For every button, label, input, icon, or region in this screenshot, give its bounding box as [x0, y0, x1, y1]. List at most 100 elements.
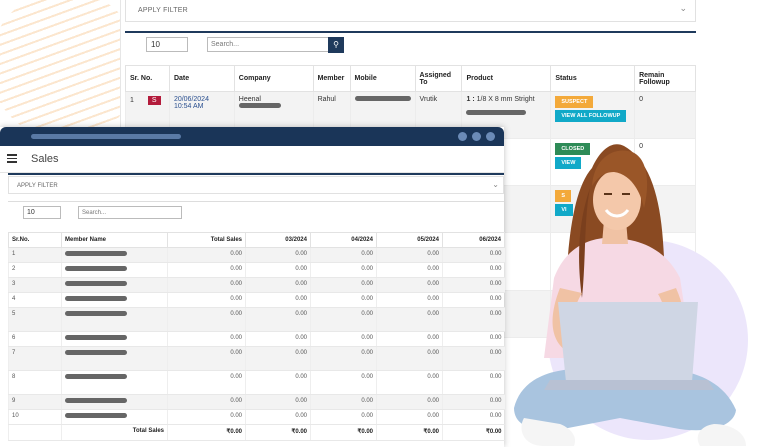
sales-value: 0.00	[167, 307, 246, 332]
divider	[8, 201, 504, 202]
column-header[interactable]: Mobile	[349, 65, 416, 92]
sales-value: 0.00	[442, 394, 505, 410]
column-header[interactable]: 05/2024	[376, 232, 443, 248]
member-name-redacted	[61, 346, 168, 371]
sales-value: 0.00	[442, 277, 505, 293]
column-header[interactable]: Product	[461, 65, 552, 92]
time-text: 10:54 AM	[173, 103, 204, 110]
column-header[interactable]: Status	[550, 65, 636, 92]
column-header[interactable]: Member	[312, 65, 351, 92]
chevron-down-icon[interactable]: ⌄	[679, 3, 687, 14]
sales-value: 0.00	[376, 277, 443, 293]
member-name-redacted	[61, 277, 168, 293]
member-name-redacted	[61, 292, 168, 308]
entries-select[interactable]: 10	[23, 206, 61, 219]
column-header[interactable]: Member Name	[61, 232, 168, 248]
member-name-redacted	[61, 247, 168, 263]
sales-value: 0.00	[167, 331, 246, 347]
address-bar	[31, 134, 181, 139]
total-value: ₹0.00	[167, 424, 246, 441]
member-name-redacted	[61, 262, 168, 278]
window-control-dot[interactable]	[486, 132, 495, 141]
sales-value: 0.00	[376, 247, 443, 263]
column-header[interactable]: Sr. No.	[125, 65, 170, 92]
sales-value: 0.00	[376, 346, 443, 371]
sales-value: 0.00	[310, 292, 377, 308]
sales-value: 0.00	[245, 331, 311, 347]
table-row: 6 0.00 0.00 0.00 0.00 0.00	[8, 331, 505, 347]
column-header[interactable]: 03/2024	[245, 232, 311, 248]
sales-value: 0.00	[245, 292, 311, 308]
entries-select[interactable]: 10	[146, 37, 188, 52]
sales-value: 0.00	[376, 331, 443, 347]
sales-value: 0.00	[376, 409, 443, 425]
redacted-text	[65, 281, 127, 286]
sales-value: 0.00	[442, 331, 505, 347]
sales-value: 0.00	[167, 370, 246, 395]
product-name: 1/8 X 8 mm Stright	[476, 96, 535, 103]
sales-value: 0.00	[310, 394, 377, 410]
total-value: ₹0.00	[245, 424, 311, 441]
sales-table: Sr.No. Member Name Total Sales 03/2024 0…	[8, 232, 505, 441]
sales-value: 0.00	[167, 409, 246, 425]
sales-value: 0.00	[167, 394, 246, 410]
table-row: 3 0.00 0.00 0.00 0.00 0.00	[8, 277, 505, 293]
search-input[interactable]: Search...	[78, 206, 182, 219]
column-header[interactable]: Total Sales	[167, 232, 246, 248]
member-name-redacted	[61, 370, 168, 395]
chevron-down-icon[interactable]: ⌄	[492, 180, 499, 189]
view-all-followup-button[interactable]: VIEW ALL FOLLOWUP	[555, 110, 627, 122]
redacted-text	[65, 413, 127, 418]
sales-value: 0.00	[310, 247, 377, 263]
sr-no: 7	[8, 346, 62, 371]
sales-value: 0.00	[310, 409, 377, 425]
sr-no: 3	[8, 277, 62, 293]
sales-value: 0.00	[245, 277, 311, 293]
window-control-dot[interactable]	[458, 132, 467, 141]
marketing-stage: APPLY FILTER ⌄ 10 Search... ⚲ Sr. No. Da…	[0, 0, 770, 447]
sr-no: 5	[8, 307, 62, 332]
column-header[interactable]: Date	[168, 65, 235, 92]
sales-value: 0.00	[167, 277, 246, 293]
section-divider	[8, 173, 504, 175]
total-value: ₹0.00	[376, 424, 443, 441]
sales-value: 0.00	[310, 277, 377, 293]
sales-value: 0.00	[442, 262, 505, 278]
total-value: ₹0.00	[442, 424, 505, 441]
sales-value: 0.00	[310, 307, 377, 332]
sales-value: 0.00	[310, 346, 377, 371]
redacted-text	[65, 398, 127, 403]
sales-value: 0.00	[167, 262, 246, 278]
sales-value: 0.00	[310, 331, 377, 347]
column-header[interactable]: 04/2024	[310, 232, 377, 248]
hamburger-menu-icon[interactable]	[7, 154, 17, 163]
apply-filter-label: APPLY FILTER	[17, 183, 58, 189]
column-header[interactable]: Remain Followup	[634, 65, 696, 92]
sales-value: 0.00	[376, 370, 443, 395]
apply-filter-panel[interactable]: APPLY FILTER ⌄	[125, 0, 696, 22]
column-header[interactable]: Company	[233, 65, 314, 92]
redacted-text	[466, 110, 527, 115]
window-control-dot[interactable]	[472, 132, 481, 141]
search-input[interactable]: Search...	[207, 37, 329, 52]
column-header[interactable]: Assigned To	[414, 65, 463, 92]
member-name-redacted	[61, 307, 168, 332]
table-row: 10 0.00 0.00 0.00 0.00 0.00	[8, 409, 505, 425]
search-icon[interactable]: ⚲	[328, 37, 344, 53]
sales-value: 0.00	[310, 262, 377, 278]
table-row: 2 0.00 0.00 0.00 0.00 0.00	[8, 262, 505, 278]
member-name-redacted	[61, 409, 168, 425]
redacted-text	[65, 251, 127, 256]
redacted-text	[238, 103, 281, 108]
redacted-mobile	[354, 96, 411, 101]
sales-value: 0.00	[442, 307, 505, 332]
column-header[interactable]: 06/2024	[442, 232, 505, 248]
sr-no: 1	[8, 247, 62, 263]
apply-filter-panel[interactable]: APPLY FILTER ⌄	[8, 176, 504, 194]
app-header: Sales	[0, 146, 504, 173]
column-header[interactable]: Sr.No.	[8, 232, 62, 248]
table-row: 4 0.00 0.00 0.00 0.00 0.00	[8, 292, 505, 308]
sales-value: 0.00	[442, 346, 505, 371]
table-row: 1 0.00 0.00 0.00 0.00 0.00	[8, 247, 505, 263]
suspect-badge: S	[147, 96, 161, 105]
